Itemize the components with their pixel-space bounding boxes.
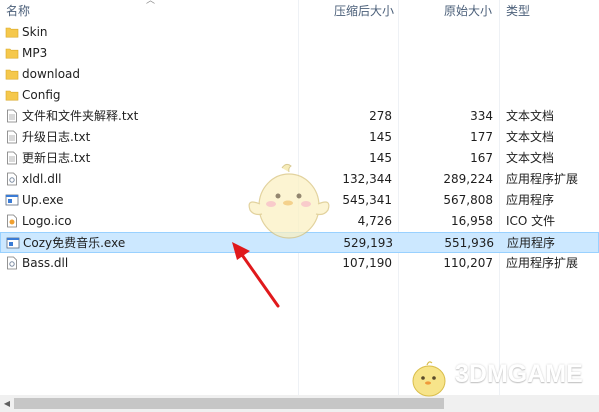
original-size bbox=[400, 43, 493, 64]
file-name: Logo.ico bbox=[22, 214, 72, 228]
column-header-original-size[interactable]: 原始大小 bbox=[444, 0, 492, 24]
file-name: xldl.dll bbox=[22, 172, 62, 186]
exe-file-icon bbox=[6, 236, 20, 250]
column-header-type[interactable]: 类型 bbox=[506, 0, 530, 24]
compressed-size bbox=[300, 64, 392, 85]
scrollbar-thumb[interactable] bbox=[14, 398, 444, 409]
scroll-left-arrow-icon[interactable]: ◀ bbox=[0, 395, 14, 412]
original-size: 110,207 bbox=[443, 256, 493, 270]
file-name: Up.exe bbox=[22, 193, 64, 207]
folder-file-icon bbox=[5, 67, 19, 81]
original-size: 167 bbox=[470, 151, 493, 165]
compressed-size bbox=[300, 22, 392, 43]
file-row[interactable]: download bbox=[0, 64, 599, 85]
sort-chevron-icon: ︿ bbox=[146, 0, 156, 6]
compressed-size bbox=[300, 85, 392, 106]
folder-file-icon bbox=[5, 88, 19, 102]
file-type: ICO 文件 bbox=[506, 214, 556, 228]
compressed-size: 107,190 bbox=[342, 256, 392, 270]
compressed-size bbox=[300, 43, 392, 64]
file-name: Cozy免费音乐.exe bbox=[23, 236, 126, 250]
original-size bbox=[400, 64, 493, 85]
compressed-size: 278 bbox=[369, 109, 392, 123]
original-size: 334 bbox=[470, 109, 493, 123]
watermark-logo: 3DMGAME bbox=[407, 356, 597, 402]
original-size: 567,808 bbox=[443, 193, 493, 207]
original-size: 177 bbox=[470, 130, 493, 144]
file-name: 文件和文件夹解释.txt bbox=[22, 109, 139, 123]
text-file-icon bbox=[5, 109, 19, 123]
original-size bbox=[400, 85, 493, 106]
column-header-bar: 名称 ︿ 压缩后大小 原始大小 类型 bbox=[0, 0, 599, 24]
file-name: Bass.dll bbox=[22, 256, 69, 270]
original-size bbox=[400, 22, 493, 43]
dll-file-icon bbox=[5, 172, 19, 186]
folder-file-icon bbox=[5, 46, 19, 60]
text-file-icon bbox=[5, 130, 19, 144]
file-name: Config bbox=[22, 88, 61, 102]
exe-file-icon bbox=[5, 193, 19, 207]
file-type: 文本文档 bbox=[506, 151, 555, 165]
file-name: download bbox=[22, 67, 81, 81]
file-type: 文本文档 bbox=[506, 109, 555, 123]
file-row[interactable]: MP3 bbox=[0, 43, 599, 64]
file-row[interactable]: Config bbox=[0, 85, 599, 106]
file-name: 更新日志.txt bbox=[22, 151, 91, 165]
watermark-text: 3DMGAME bbox=[455, 360, 583, 388]
original-size: 16,958 bbox=[451, 214, 493, 228]
compressed-size: 145 bbox=[369, 130, 392, 144]
file-type: 应用程序扩展 bbox=[506, 172, 579, 186]
file-type: 应用程序扩展 bbox=[506, 256, 579, 270]
folder-file-icon bbox=[5, 25, 19, 39]
dll-file-icon bbox=[5, 256, 19, 270]
file-name: 升级日志.txt bbox=[22, 130, 91, 144]
file-type: 应用程序 bbox=[507, 236, 556, 250]
file-row[interactable]: Skin bbox=[0, 22, 599, 43]
file-name: MP3 bbox=[22, 46, 48, 60]
file-row[interactable]: 文件和文件夹解释.txt 278 334 文本文档 bbox=[0, 106, 599, 127]
watermark-chick-icon bbox=[412, 361, 446, 397]
column-header-name[interactable]: 名称 bbox=[6, 0, 30, 24]
original-size: 289,224 bbox=[443, 172, 493, 186]
file-name: Skin bbox=[22, 25, 48, 39]
file-row[interactable]: 升级日志.txt 145 177 文本文档 bbox=[0, 127, 599, 148]
file-type: 应用程序 bbox=[506, 193, 555, 207]
text-file-icon bbox=[5, 151, 19, 165]
file-type: 文本文档 bbox=[506, 130, 555, 144]
ico-file-icon bbox=[5, 214, 19, 228]
original-size: 551,936 bbox=[444, 236, 494, 250]
red-arrow-annotation-icon bbox=[232, 242, 280, 308]
column-header-compressed-size[interactable]: 压缩后大小 bbox=[334, 0, 394, 24]
